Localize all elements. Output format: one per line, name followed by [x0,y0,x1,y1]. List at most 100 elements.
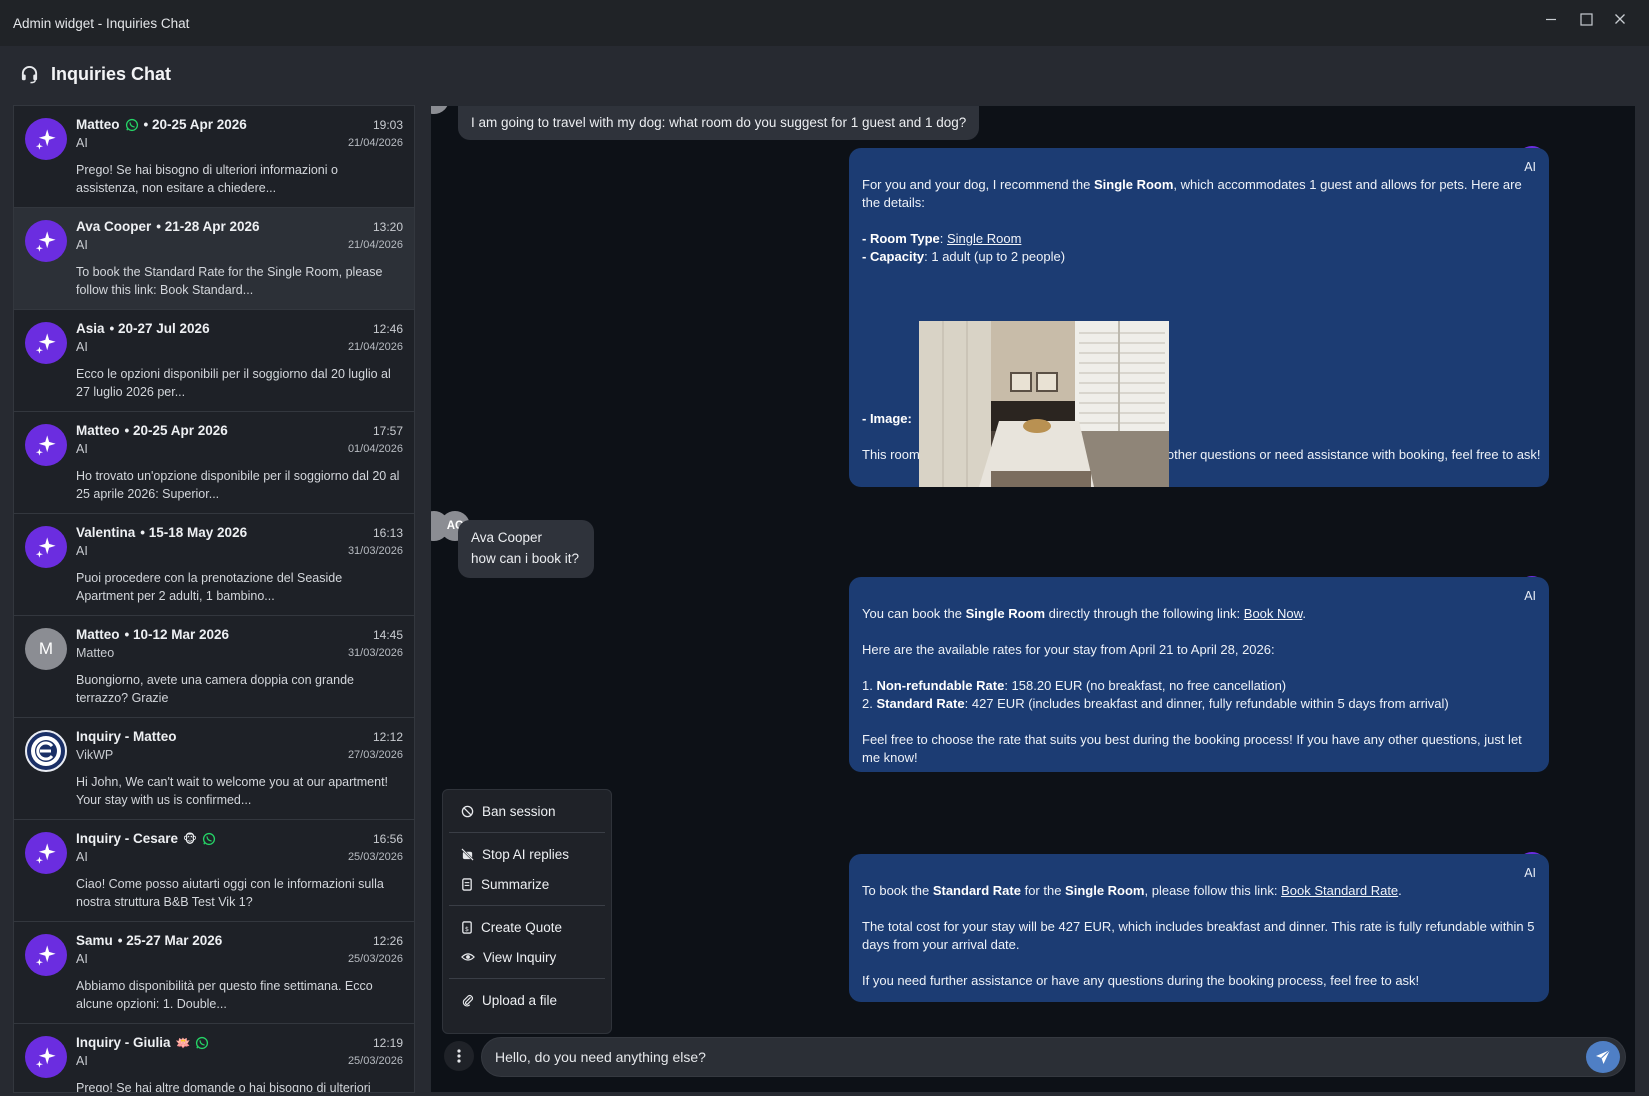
inquiry-source: AI [76,544,88,558]
menu-item-upload-file[interactable]: Upload a file [443,985,611,1015]
whatsapp-icon [125,118,139,132]
inquiry-preview: To book the Standard Rate for the Single… [76,265,383,297]
inquiry-time: 14:45 [372,628,403,642]
menu-item-stop-ai-replies[interactable]: Stop AI replies [443,839,611,869]
more-actions-button[interactable] [444,1041,474,1071]
inquiry-time: 17:57 [372,424,403,438]
inquiry-time: 16:56 [372,832,403,846]
window-title: Admin widget - Inquiries Chat [13,15,190,31]
message-text: : 1 adult (up to 2 people) [924,249,1066,264]
inquiry-item[interactable]: Matteo • 20-25 Apr 2026 17:57 AI 01/04/2… [14,412,414,514]
inquiry-preview: Ho trovato un'opzione disponibile per il… [76,469,400,501]
inquiry-item[interactable]: Samu • 25-27 Mar 2026 12:26 AI 25/03/202… [14,922,414,1024]
sparkle-icon [35,231,56,252]
room-type-link[interactable]: Single Room [947,231,1021,246]
menu-divider [449,978,605,979]
avatar: M [25,628,67,670]
user-message: I am going to travel with my dog: what r… [458,106,980,140]
maximize-button[interactable] [1571,8,1601,30]
inquiry-date: 21/04/2026 [347,137,403,149]
inquiry-item[interactable]: Valentina • 15-18 May 2026 16:13 AI 31/0… [14,514,414,616]
inquiry-date: 25/03/2026 [347,1055,403,1067]
inquiry-time: 12:19 [372,1036,403,1050]
inquiry-title: Samu • 25-27 Mar 2026 [76,933,222,948]
message-paragraph: - Room Type: Single Room [862,231,1022,246]
menu-item-view-inquiry[interactable]: View Inquiry [443,942,611,972]
room-image[interactable] [919,321,1169,487]
message-paragraph: - Capacity: 1 adult (up to 2 people) [862,248,1536,266]
book-standard-rate-link[interactable]: Book Standard Rate [1281,883,1398,898]
inquiry-item[interactable]: Inquiry - Giulia 🪷 12:19 AI 25/03/2026 P… [14,1024,414,1092]
sparkle-icon [35,1047,56,1068]
inquiry-source: Matteo [76,646,115,660]
send-button[interactable] [1586,1041,1620,1073]
message-input[interactable] [481,1037,1626,1077]
user-message: Ava Cooper how can i book it? [458,520,594,578]
sparkle-icon [35,129,56,150]
inquiry-item[interactable]: M Matteo • 10-12 Mar 2026 14:45 Matteo 3… [14,616,414,718]
close-button[interactable] [1605,8,1635,30]
message-bold: Single Room [1065,883,1145,898]
message-paragraph: Feel free to choose the rate that suits … [862,731,1542,767]
inquiry-preview: Prego! Se hai bisogno di ulteriori infor… [76,163,338,195]
inquiry-item[interactable]: Matteo • 20-25 Apr 2026 19:03 AI 21/04/2… [14,106,414,208]
app-header: Inquiries Chat [20,64,171,85]
inquiry-item[interactable]: Ava Cooper • 21-28 Apr 2026 13:20 AI 21/… [14,208,414,310]
menu-item-label: Create Quote [481,919,563,935]
inquiry-date: 25/03/2026 [347,953,403,965]
avatar [25,220,67,262]
message-bold: Standard Rate [932,883,1021,898]
inquiry-source: AI [76,1054,88,1068]
inquiry-title: Inquiry - Giulia 🪷 [76,1035,209,1050]
inquiry-time: 16:13 [372,526,403,540]
book-now-link[interactable]: Book Now [1244,606,1303,621]
inquiry-preview: Buongiorno, avete una camera doppia con … [76,673,354,705]
avatar [25,730,67,772]
minimize-button[interactable] [1536,8,1566,30]
message-author: Ava Cooper [471,530,543,545]
message-bold: - Room Type [862,231,940,246]
message-text: I am going to travel with my dog: what r… [471,115,967,130]
inquiry-item[interactable]: Asia • 20-27 Jul 2026 12:46 AI 21/04/202… [14,310,414,412]
menu-divider [449,905,605,906]
menu-item-ban-session[interactable]: Ban session [443,796,611,826]
inquiry-source: AI [76,136,88,150]
inquiry-source: AI [76,952,88,966]
page-title: Inquiries Chat [51,64,172,84]
actions-menu: Ban session Stop AI replies Summarize $ … [442,789,612,1034]
inquiry-date: 27/03/2026 [347,749,403,761]
list-number: 2. [862,696,877,711]
invoice-icon: $ [462,920,472,934]
inquiry-item[interactable]: Inquiry - Matteo 12:12 VikWP 27/03/2026 … [14,718,414,820]
ai-message: AI To book the Standard Rate for the Sin… [849,854,1549,1002]
message-text: For you and your dog, I recommend the [862,177,1094,192]
inquiry-time: 13:20 [372,220,403,234]
inquiry-name: Ava Cooper [76,219,152,234]
ai-tag: AI [1524,160,1536,174]
inquiry-title: Matteo • 10-12 Mar 2026 [76,627,229,642]
inquiry-title: Matteo • 20-25 Apr 2026 [76,117,247,132]
robot-off-icon [461,847,474,861]
inquiry-source: VikWP [76,748,114,762]
message-paragraph: For you and your dog, I recommend the Si… [862,176,1522,212]
inquiry-dates: • 15-18 May 2026 [140,525,248,540]
message-text: how can i book it? [471,551,580,566]
ai-message: AI You can book the Single Room directly… [849,577,1549,772]
avatar [25,526,67,568]
menu-item-create-quote[interactable]: $ Create Quote [443,912,611,942]
inquiry-title: Inquiry - Cesare 🐵 [76,831,216,846]
minimize-icon [1546,18,1556,21]
message-paragraph: 1. Non-refundable Rate: 158.20 EUR (no b… [862,677,1536,695]
inquiry-item[interactable]: Inquiry - Cesare 🐵 16:56 AI 25/03/2026 C… [14,820,414,922]
inquiry-list[interactable]: Matteo • 20-25 Apr 2026 19:03 AI 21/04/2… [13,105,415,1093]
headset-icon [21,65,38,84]
message-bold: Single Room [1093,177,1174,192]
vikwp-logo-icon [31,736,61,766]
message-composer [441,1037,1626,1077]
menu-item-summarize[interactable]: Summarize [443,869,611,899]
inquiry-preview: Abbiamo disponibilità per questo fine se… [76,979,373,1011]
message-text: Here are the available rates for your st… [862,642,1275,657]
message-bold: - Capacity [862,249,925,264]
eye-icon [461,953,475,961]
inquiry-dates: • 21-28 Apr 2026 [156,219,260,234]
